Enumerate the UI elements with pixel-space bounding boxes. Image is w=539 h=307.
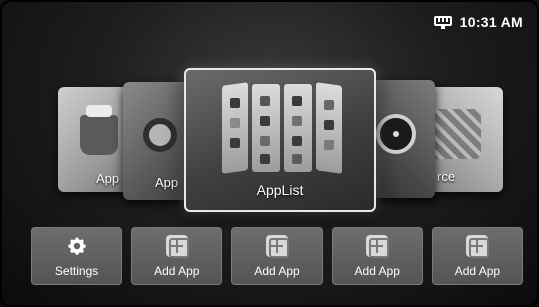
apps-icon — [80, 105, 118, 155]
carousel-card-label: rce — [437, 169, 456, 184]
settings-tile[interactable]: Settings — [31, 227, 123, 285]
tile-label: Settings — [54, 264, 99, 278]
music-disc-icon — [376, 114, 416, 154]
clock: 10:31 AM — [459, 14, 523, 30]
source-cables-icon — [431, 109, 481, 159]
add-app-icon — [466, 235, 490, 258]
gear-icon — [143, 118, 177, 152]
add-app-tile-3[interactable]: Add App — [331, 227, 423, 285]
add-app-tile-4[interactable]: Add App — [431, 227, 524, 285]
add-app-tile-1[interactable]: Add App — [131, 227, 223, 285]
carousel-card-label: App — [96, 171, 120, 186]
add-app-icon — [165, 235, 189, 258]
app-carousel: App App rce AppList — [0, 60, 539, 220]
tile-label: Add App — [354, 264, 400, 278]
tile-label: Add App — [254, 264, 300, 278]
app-list-icon — [222, 82, 342, 174]
tile-label: Add App — [454, 264, 501, 278]
quick-launch-bar: Settings Add App Add App Add App Add App — [31, 227, 524, 285]
add-app-icon — [366, 235, 390, 258]
ethernet-icon — [433, 15, 452, 29]
tile-label: Add App — [154, 264, 200, 278]
carousel-card-applist[interactable]: AppList — [184, 68, 376, 212]
settings-gear-icon — [67, 237, 86, 255]
add-app-tile-2[interactable]: Add App — [231, 227, 323, 285]
carousel-card-label: AppList — [256, 182, 304, 198]
tv-home-screen: 10:31 AM App App rce AppList Settings Ad… — [0, 0, 539, 307]
carousel-card-label: App — [155, 175, 179, 190]
status-bar: 10:31 AM — [433, 14, 523, 30]
add-app-icon — [266, 235, 289, 258]
